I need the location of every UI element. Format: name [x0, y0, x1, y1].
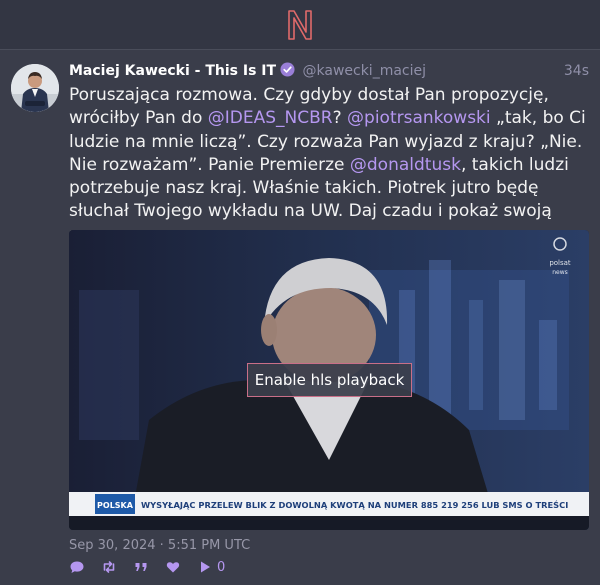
mention-link[interactable]: @IDEAS_NCBR	[208, 108, 333, 128]
heart-icon	[166, 562, 180, 573]
verified-icon	[280, 62, 295, 77]
views-button[interactable]: 0	[197, 559, 225, 575]
ticker-label: POLSKA	[97, 501, 134, 510]
fullname[interactable]: Maciej Kawecki - This Is IT	[69, 63, 276, 79]
channel-logo-line1: polsat	[549, 259, 571, 267]
tweet-header: Maciej Kawecki - This Is IT @kawecki_mac…	[69, 61, 589, 81]
tweet: Maciej Kawecki - This Is IT @kawecki_mac…	[0, 51, 600, 585]
top-bar	[0, 0, 600, 50]
ticker-text: WYSYŁAJĄC PRZELEW BLIK Z DOWOLNĄ KWOTĄ N…	[141, 499, 568, 510]
like-button[interactable]	[165, 559, 185, 575]
reply-button[interactable]	[69, 559, 89, 575]
tweet-stats: 0	[69, 558, 237, 576]
mention-link[interactable]: @piotrsankowski	[347, 108, 491, 128]
tweet-time[interactable]: 34s	[564, 61, 589, 81]
retweet-button[interactable]	[101, 559, 121, 575]
comment-icon	[70, 561, 84, 573]
view-count: 0	[217, 559, 226, 575]
channel-logo-line2: news	[552, 269, 568, 276]
quote-button[interactable]	[133, 559, 153, 575]
video-player[interactable]: POLSKA WYSYŁAJĄC PRZELEW BLIK Z DOWOLNĄ …	[69, 230, 589, 530]
play-icon	[201, 561, 210, 573]
quote-icon	[135, 563, 147, 571]
tweet-date[interactable]: Sep 30, 2024 · 5:51 PM UTC	[69, 538, 250, 553]
tweet-content: Poruszająca rozmowa. Czy gdyby dostał Pa…	[69, 84, 594, 247]
username[interactable]: @kawecki_maciej	[303, 63, 427, 79]
retweet-icon	[103, 561, 115, 573]
mention-link[interactable]: @donaldtusk	[350, 155, 461, 175]
nitter-logo[interactable]	[286, 9, 314, 41]
avatar[interactable]	[11, 64, 59, 112]
content-text: ?	[332, 108, 348, 129]
enable-hls-button[interactable]: Enable hls playback	[247, 363, 412, 397]
